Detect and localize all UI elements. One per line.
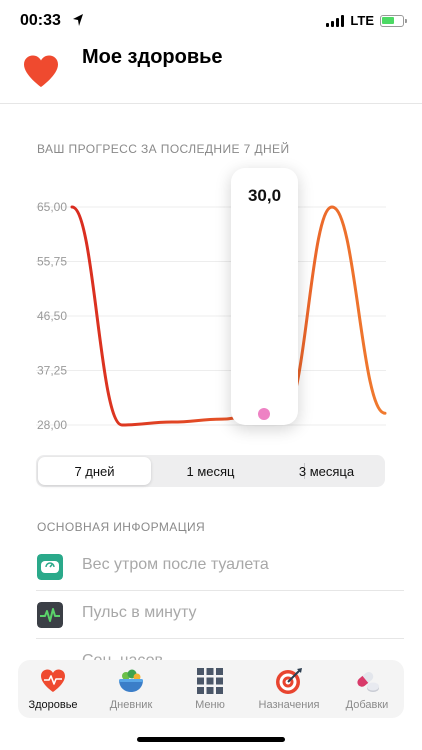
- scale-icon: [37, 554, 63, 580]
- tab-health[interactable]: Здоровье: [18, 665, 88, 715]
- progress-chart-svg: 65,00 55,75 46,50 37,25 28,00: [36, 200, 387, 432]
- tab-bar: Здоровье Дневник Меню Назначения Добавки: [18, 660, 404, 718]
- tooltip-value: 30,0: [247, 186, 282, 205]
- tab-label: Добавки: [345, 699, 389, 711]
- home-indicator: [137, 737, 285, 742]
- y-tick-label: 55,75: [37, 255, 67, 269]
- range-option-7-days[interactable]: 7 дней: [38, 457, 151, 485]
- pills-icon: [357, 671, 379, 692]
- progress-section-label: ВАШ ПРОГРЕСС ЗА ПОСЛЕДНИЕ 7 ДНЕЙ: [37, 142, 290, 156]
- info-item-weight[interactable]: Вес утром после туалета: [36, 543, 404, 591]
- highlight-point[interactable]: [258, 408, 270, 420]
- tab-label: Меню: [195, 699, 225, 711]
- tab-label: Здоровье: [28, 699, 78, 711]
- battery-icon: [380, 14, 407, 27]
- page-header: Мое здоровье: [0, 44, 422, 104]
- heart-pulse-icon: [41, 669, 65, 692]
- status-time: 00:33: [20, 12, 61, 29]
- tab-supplements[interactable]: Добавки: [332, 665, 402, 715]
- food-bowl-icon: [119, 669, 143, 692]
- page-title: Мое здоровье: [82, 46, 223, 68]
- tab-label: Дневник: [109, 699, 153, 711]
- y-tick-label: 46,50: [37, 309, 67, 323]
- target-icon: [276, 668, 302, 694]
- info-item-label: Вес утром после туалета: [82, 556, 269, 573]
- tab-menu[interactable]: Меню: [175, 665, 245, 715]
- range-option-3-months[interactable]: 3 месяца: [270, 457, 383, 485]
- location-icon: [73, 14, 83, 26]
- y-tick-label: 37,25: [37, 364, 67, 378]
- tab-appointments[interactable]: Назначения: [254, 665, 324, 715]
- y-tick-label: 28,00: [37, 418, 67, 432]
- range-option-1-month[interactable]: 1 месяц: [153, 457, 268, 485]
- network-label: LTE: [350, 13, 374, 28]
- pulse-icon: [37, 602, 63, 628]
- heart-icon: [24, 55, 58, 87]
- status-indicators: LTE: [326, 13, 407, 28]
- range-selector: 7 дней 1 месяц 3 месяца: [36, 455, 385, 487]
- y-tick-label: 65,00: [37, 200, 67, 214]
- status-bar: 00:33 LTE: [0, 0, 422, 44]
- grid-icon: [197, 668, 223, 694]
- progress-chart[interactable]: 65,00 55,75 46,50 37,25 28,00: [0, 170, 422, 440]
- signal-icon: [326, 14, 345, 27]
- tab-diary[interactable]: Дневник: [96, 665, 166, 715]
- tab-label: Назначения: [258, 699, 320, 711]
- info-item-pulse[interactable]: Пульс в минуту: [36, 591, 404, 639]
- info-section-label: ОСНОВНАЯ ИНФОРМАЦИЯ: [37, 520, 206, 534]
- value-tooltip: 30,0: [231, 168, 298, 425]
- info-item-label: Пульс в минуту: [82, 604, 197, 621]
